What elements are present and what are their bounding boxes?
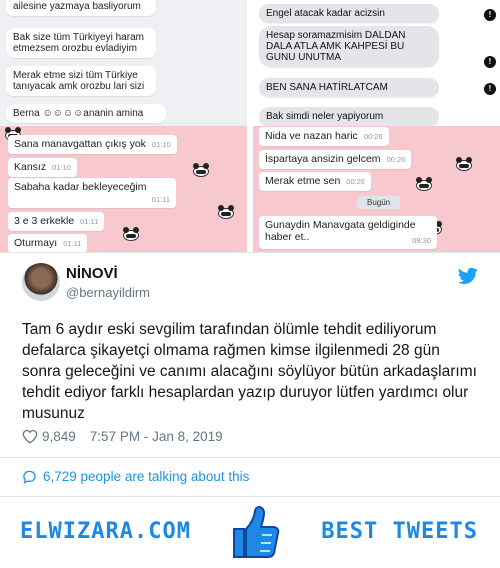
message-time: 01:10 <box>151 140 171 149</box>
tagline-brand: BEST TWEETS <box>321 519 478 544</box>
panda-doodle-icon <box>120 226 142 242</box>
chat-bubble: Bak size tüm Türkiyeyi haram etmezsem or… <box>6 28 156 58</box>
panda-doodle-icon <box>413 176 435 192</box>
user-display-name[interactable]: NİNOVİ <box>66 265 118 282</box>
chat-screenshot-top-right: Engel atacak kadar acizsin ! Hesap soram… <box>253 0 500 126</box>
message-time: 00:26 <box>386 155 406 164</box>
message-time: 01:11 <box>63 239 82 248</box>
chat-bubble: ailesine yazmaya basliyorum <box>6 0 156 16</box>
message-text: İspartaya ansizin gelcem <box>265 153 381 165</box>
message-text: Sana manavgattan çıkış yok <box>14 138 146 150</box>
chat-bubble: BEN SANA HATİRLATCAM <box>259 78 439 97</box>
chat-bubble: Engel atacak kadar acizsin <box>259 4 439 23</box>
chat-bubble: Sabaha kadar bekleyeceğim 01:11 <box>8 178 176 208</box>
panda-doodle-icon <box>190 162 212 178</box>
message-text: 3 e 3 erkekle <box>14 215 75 227</box>
message-time: 01:11 <box>151 195 170 204</box>
user-handle[interactable]: @bernayildirm <box>66 285 150 300</box>
chat-bubble: İspartaya ansizin gelcem 00:26 <box>259 150 412 169</box>
chat-screenshot-bottom-right: Nida ve nazan haric 00:26 İspartaya ansiz… <box>253 126 500 252</box>
chat-bubble: Sana manavgattan çıkış yok 01:10 <box>8 135 177 154</box>
tweet-meta: 9,849 7:57 PM - Jan 8, 2019 <box>22 429 223 444</box>
chat-bubble: Gunaydin Manavgata geldiginde haber et..… <box>259 216 437 249</box>
message-time: 09:30 <box>412 236 431 245</box>
chat-bubble: Berna ☺☺☺☺ananin amina <box>6 104 166 123</box>
message-text: Oturmayı <box>14 237 58 249</box>
alert-icon: ! <box>484 83 496 95</box>
screenshot-collage: ailesine yazmaya basliyorum Bak size tüm… <box>0 0 500 252</box>
divider <box>0 457 500 458</box>
conversation-link[interactable]: 6,729 people are talking about this <box>22 469 249 484</box>
site-brand: ELWIZARA.COM <box>20 519 191 544</box>
branding-footer: ELWIZARA.COM BEST TWEETS <box>0 496 500 568</box>
chat-bubble: Merak etme sen 00:26 <box>259 172 372 191</box>
date-chip: Bugün <box>357 196 401 209</box>
reply-bubble-icon <box>23 470 36 484</box>
message-text: Kansız <box>14 161 47 173</box>
panda-doodle-icon <box>215 204 237 220</box>
heart-icon[interactable] <box>22 429 38 444</box>
chat-bubble: Merak etme sizi tüm Türkiye tanıyacak am… <box>6 66 156 96</box>
message-time: 00:26 <box>346 177 366 186</box>
message-time: 00:26 <box>363 132 383 141</box>
twitter-bird-icon[interactable] <box>458 267 478 285</box>
message-time: 01:11 <box>80 217 99 226</box>
alert-icon: ! <box>484 56 496 68</box>
message-time: 01:10 <box>52 163 71 172</box>
like-count[interactable]: 9,849 <box>42 429 76 444</box>
chat-screenshot-bottom-left: Sana manavgattan çıkış yok 01:10 Kansız 01… <box>0 126 247 252</box>
chat-bubble: Kansız 01:10 <box>8 158 77 177</box>
message-text: Sabaha kadar bekleyeceğim <box>14 181 147 193</box>
chat-bubble: Oturmayı 01:11 <box>8 234 88 252</box>
message-text: Merak etme sen <box>265 175 341 187</box>
chat-bubble: Bak simdi neler yapiyorum <box>259 107 439 126</box>
thumbs-up-icon <box>233 506 280 558</box>
tweet-text: Tam 6 aydır eski sevgilim tarafından ölü… <box>22 321 477 422</box>
avatar[interactable] <box>22 263 60 301</box>
chat-screenshot-top-left: ailesine yazmaya basliyorum Bak size tüm… <box>0 0 247 126</box>
chat-bubble: Hesap soramazmisim DALDAN DALA ATLA AMK … <box>259 26 439 67</box>
tweet-timestamp[interactable]: 7:57 PM - Jan 8, 2019 <box>90 429 223 444</box>
alert-icon: ! <box>484 9 496 21</box>
embedded-tweet[interactable]: NİNOVİ @bernayildirm Tam 6 aydır eski se… <box>0 252 500 496</box>
panda-doodle-icon <box>453 156 475 172</box>
page: ailesine yazmaya basliyorum Bak size tüm… <box>0 0 500 568</box>
message-text: Nida ve nazan haric <box>265 130 358 142</box>
chat-bubble: 3 e 3 erkekle 01:11 <box>8 212 105 231</box>
chat-bubble: Nida ve nazan haric 00:26 <box>259 127 389 146</box>
conversation-text[interactable]: 6,729 people are talking about this <box>43 469 249 484</box>
message-text: Gunaydin Manavgata geldiginde haber et.. <box>265 219 416 243</box>
